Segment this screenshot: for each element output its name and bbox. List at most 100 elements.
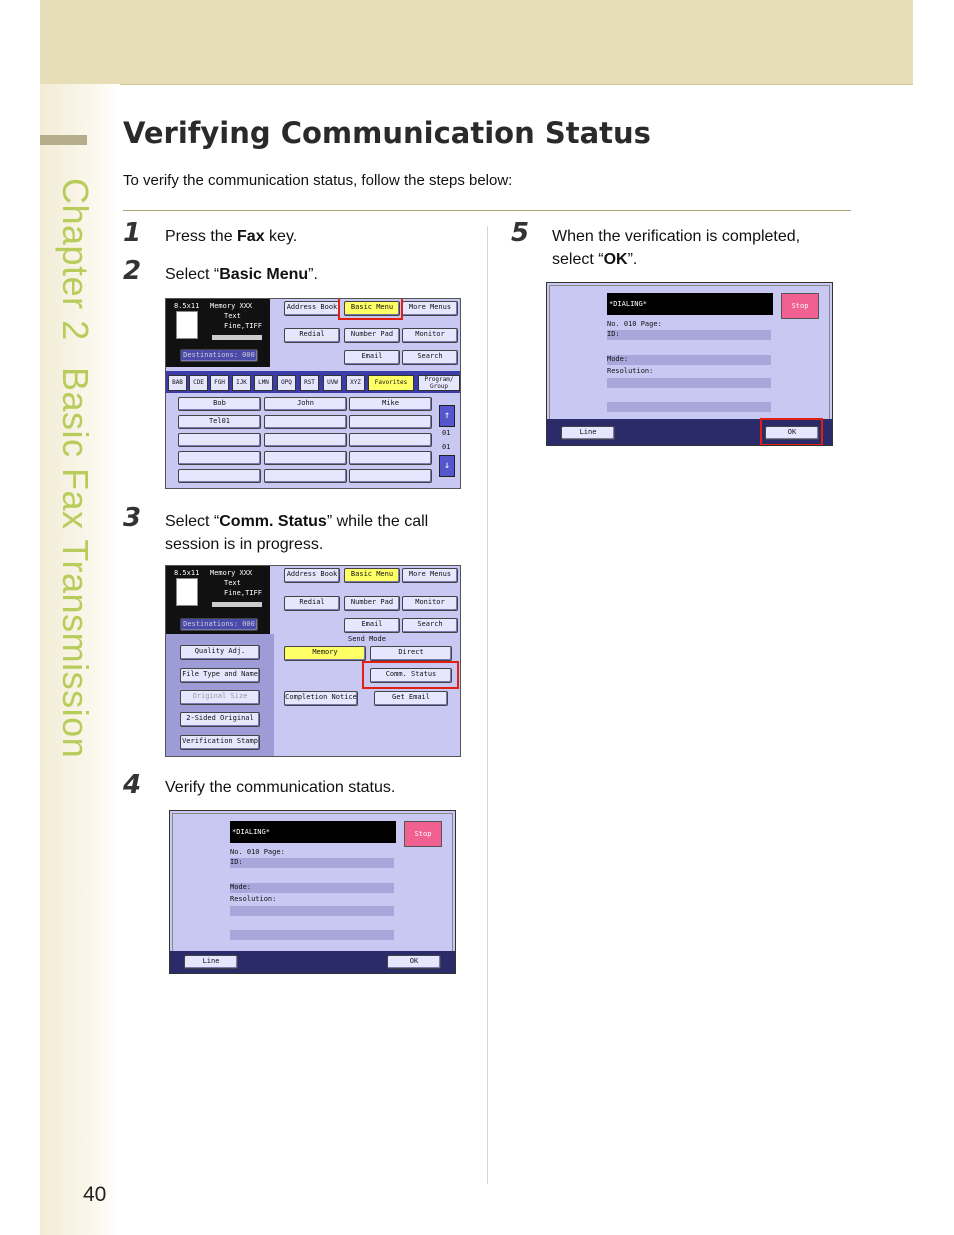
document-icon xyxy=(176,311,198,339)
search-button[interactable]: Search xyxy=(402,350,458,365)
memory-mode-button[interactable]: Memory xyxy=(284,646,366,661)
tab-favorites[interactable]: Favorites xyxy=(368,375,414,391)
email-button[interactable]: Email xyxy=(344,618,400,633)
step-5-post: ”. xyxy=(627,251,638,268)
blank-row xyxy=(607,402,771,412)
step-3-number: 3 xyxy=(123,503,142,533)
contact-empty[interactable] xyxy=(349,451,432,465)
contact-mike[interactable]: Mike xyxy=(349,397,432,411)
monitor-button[interactable]: Monitor xyxy=(402,328,458,343)
contact-bob[interactable]: Bob xyxy=(178,397,261,411)
chapter-number: Chapter 2 xyxy=(55,178,96,341)
file-type-button[interactable]: File Type and Name xyxy=(180,668,260,683)
dialing-display: *DIALING* xyxy=(607,293,773,315)
stop-button[interactable]: Stop xyxy=(781,293,819,319)
get-email-button[interactable]: Get Email xyxy=(374,691,448,706)
number-pad-button[interactable]: Number Pad xyxy=(344,328,400,343)
tab-opq[interactable]: OPQ xyxy=(277,375,296,391)
step-1-pre: Press the xyxy=(165,228,238,245)
resolution-line: Resolution: xyxy=(607,367,654,375)
step-3-pre: Select “ xyxy=(165,513,220,530)
contact-tel01[interactable]: Tel01 xyxy=(178,415,261,429)
step-3-text: Select “Comm. Status” while the call ses… xyxy=(165,510,465,556)
chapter-title: Basic Fax Transmission xyxy=(55,366,96,758)
id-row xyxy=(230,858,394,868)
tab-uvw[interactable]: UVW xyxy=(323,375,342,391)
step-1-text: Press the Fax key. xyxy=(165,225,297,248)
dialing-display: *DIALING* xyxy=(230,821,396,843)
page-total: 01 xyxy=(442,443,451,451)
tab-fgh[interactable]: FGH xyxy=(210,375,229,391)
line-button[interactable]: Line xyxy=(184,955,238,969)
original-size-button[interactable]: Original Size xyxy=(180,690,260,705)
contact-empty[interactable] xyxy=(349,433,432,447)
tab-xyz[interactable]: XYZ xyxy=(346,375,365,391)
tab-more-menus[interactable]: More Menus xyxy=(402,568,458,583)
step-5-pre: When the verification is completed, sele… xyxy=(552,228,801,268)
tab-lmn[interactable]: LMN xyxy=(254,375,273,391)
scroll-down-icon[interactable]: ↓ xyxy=(439,455,455,477)
tab-ijk[interactable]: IJK xyxy=(232,375,251,391)
contact-empty[interactable] xyxy=(349,415,432,429)
send-mode-label: Send Mode xyxy=(348,635,386,643)
search-button[interactable]: Search xyxy=(402,618,458,633)
line-button[interactable]: Line xyxy=(561,426,615,440)
contrast-slider[interactable] xyxy=(212,335,262,340)
intro-text: To verify the communication status, foll… xyxy=(123,172,513,189)
two-sided-original-button[interactable]: 2-Sided Original xyxy=(180,712,260,727)
tab-basic-menu[interactable]: Basic Menu xyxy=(344,568,400,583)
tab-address-book[interactable]: Address Book xyxy=(284,568,340,583)
quality-adj-button[interactable]: Quality Adj. xyxy=(180,645,260,660)
number-pad-button[interactable]: Number Pad xyxy=(344,596,400,611)
resolution-label: Fine,TIFF xyxy=(224,322,262,330)
step-2-pre: Select “ xyxy=(165,266,220,283)
monitor-button[interactable]: Monitor xyxy=(402,596,458,611)
contact-empty[interactable] xyxy=(264,469,347,483)
contrast-slider[interactable] xyxy=(212,602,262,607)
contact-empty[interactable] xyxy=(178,469,261,483)
step-5-bold: OK xyxy=(603,251,628,268)
tab-cde[interactable]: CDE xyxy=(189,375,208,391)
tab-rst[interactable]: RST xyxy=(300,375,319,391)
contact-empty[interactable] xyxy=(178,451,261,465)
ok-button[interactable]: OK xyxy=(387,955,441,969)
tab-bab[interactable]: BAB xyxy=(168,375,187,391)
header-band xyxy=(40,0,913,85)
mode-line: Mode: xyxy=(230,883,252,891)
number-page-line: No. 010 Page: xyxy=(230,848,285,856)
contact-empty[interactable] xyxy=(264,415,347,429)
step-2-text: Select “Basic Menu”. xyxy=(165,263,318,286)
status-panel: 8.5x11 Memory XXX Text Fine,TIFF Destina… xyxy=(166,566,270,634)
tab-program-group[interactable]: Program/ Group xyxy=(418,375,460,391)
redial-button[interactable]: Redial xyxy=(284,596,340,611)
verification-stamp-button[interactable]: Verification Stamp xyxy=(180,735,260,750)
id-line: ID: xyxy=(607,330,620,338)
completion-notice-button[interactable]: Completion Notice xyxy=(284,691,358,706)
contact-john[interactable]: John xyxy=(264,397,347,411)
tab-address-book[interactable]: Address Book xyxy=(284,301,340,316)
page-title: Verifying Communication Status xyxy=(123,116,651,150)
destinations-display: Destinations: 000 xyxy=(180,349,258,362)
email-button[interactable]: Email xyxy=(344,350,400,365)
page-number: 40 xyxy=(83,1183,107,1206)
step-5-number: 5 xyxy=(511,218,530,248)
mode-row xyxy=(230,883,394,893)
screen-comm-status: *DIALING* Stop No. 010 Page: ID: Mode: R… xyxy=(169,810,456,974)
highlight-ok-button xyxy=(760,418,823,445)
stop-button[interactable]: Stop xyxy=(404,821,442,847)
direct-mode-button[interactable]: Direct xyxy=(370,646,452,661)
contact-empty[interactable] xyxy=(178,433,261,447)
resolution-row xyxy=(607,378,771,388)
tab-more-menus[interactable]: More Menus xyxy=(402,301,458,316)
scroll-up-icon[interactable]: ↑ xyxy=(439,405,455,427)
redial-button[interactable]: Redial xyxy=(284,328,340,343)
highlight-comm-status xyxy=(362,661,459,689)
page-current: 01 xyxy=(442,429,451,437)
contact-empty[interactable] xyxy=(264,433,347,447)
document-icon xyxy=(176,578,198,606)
step-2-bold: Basic Menu xyxy=(219,266,309,283)
step-2-number: 2 xyxy=(123,256,142,286)
resolution-row xyxy=(230,906,394,916)
contact-empty[interactable] xyxy=(349,469,432,483)
contact-empty[interactable] xyxy=(264,451,347,465)
